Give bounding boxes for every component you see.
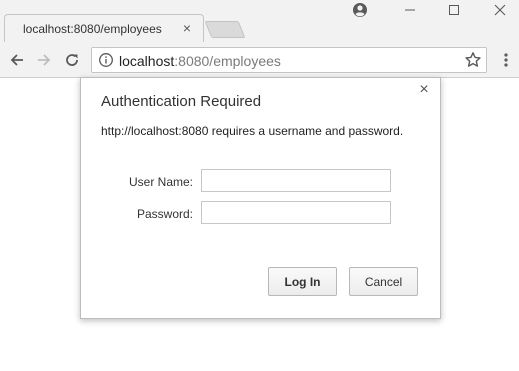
- auth-dialog: × Authentication Required http://localho…: [80, 77, 441, 319]
- browser-toolbar: localhost:8080/employees: [0, 42, 519, 78]
- browser-tab[interactable]: localhost:8080/employees ×: [4, 14, 204, 42]
- close-icon[interactable]: ×: [416, 81, 432, 99]
- password-label: Password:: [136, 207, 193, 221]
- login-button[interactable]: Log In: [268, 267, 337, 296]
- info-icon[interactable]: [98, 52, 114, 68]
- url-path: :8080/employees: [174, 53, 281, 69]
- username-input[interactable]: [201, 169, 391, 192]
- back-arrow-icon[interactable]: [7, 50, 27, 70]
- tab-title: localhost:8080/employees: [23, 22, 162, 36]
- url-text[interactable]: localhost:8080/employees: [119, 53, 281, 69]
- address-bar[interactable]: localhost:8080/employees: [91, 47, 487, 73]
- browser-titlebar: localhost:8080/employees ×: [0, 0, 519, 42]
- cancel-button[interactable]: Cancel: [349, 267, 418, 296]
- menu-dots-icon[interactable]: [500, 52, 512, 68]
- window-close-icon[interactable]: [485, 0, 515, 20]
- maximize-icon[interactable]: [439, 0, 469, 20]
- new-tab-button[interactable]: [204, 21, 246, 38]
- dialog-title: Authentication Required: [101, 93, 262, 110]
- username-label: User Name:: [128, 175, 193, 189]
- minimize-icon[interactable]: [395, 0, 425, 20]
- tab-close-icon[interactable]: ×: [183, 19, 191, 37]
- password-input[interactable]: [201, 201, 391, 224]
- reload-icon[interactable]: [62, 50, 82, 70]
- url-host: localhost: [119, 53, 175, 69]
- dialog-message: http://localhost:8080 requires a usernam…: [101, 124, 404, 138]
- profile-icon[interactable]: [345, 0, 375, 20]
- forward-arrow-icon[interactable]: [34, 50, 54, 70]
- star-icon[interactable]: [464, 51, 482, 69]
